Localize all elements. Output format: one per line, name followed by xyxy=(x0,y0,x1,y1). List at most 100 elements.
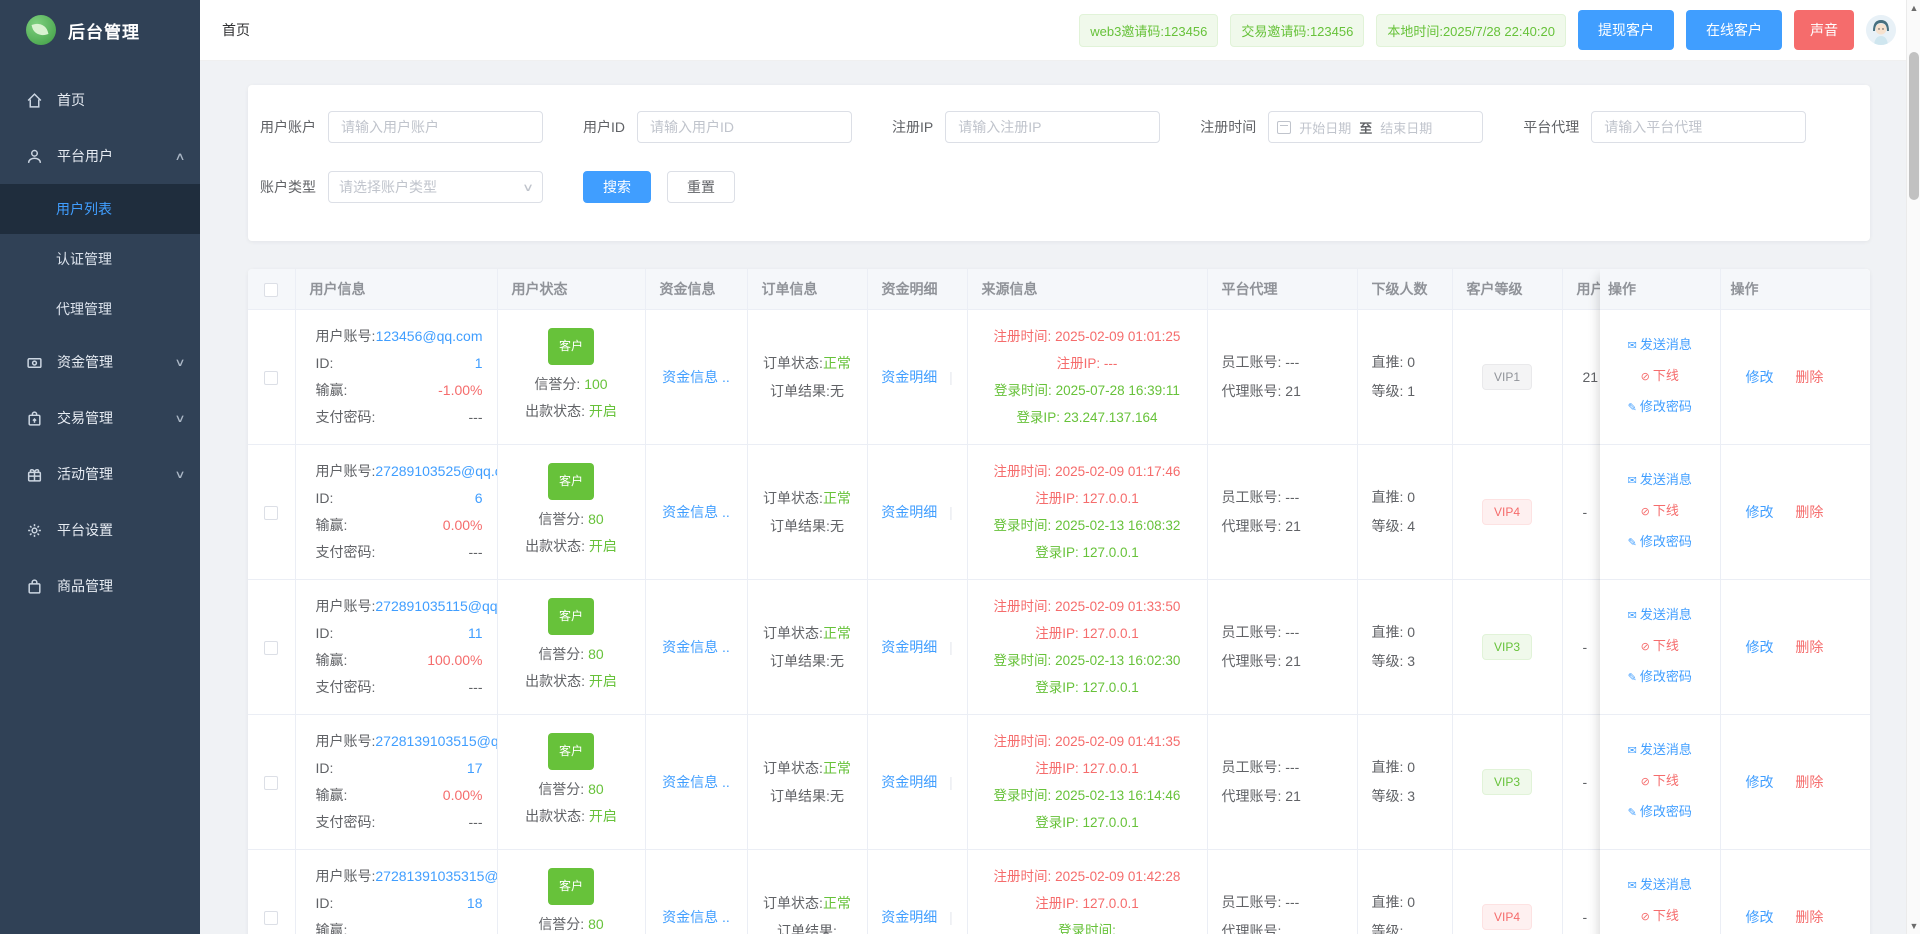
fund-info-link[interactable]: 资金信息 .. xyxy=(662,639,730,655)
reset-button[interactable]: 重置 xyxy=(667,171,735,203)
fund-detail-link[interactable]: 资金明细 xyxy=(881,369,937,385)
sidebar-item-home[interactable]: 首页 xyxy=(0,72,200,128)
search-button[interactable]: 搜索 xyxy=(583,171,651,203)
delete-link[interactable]: 删除 xyxy=(1795,909,1823,925)
start-date-placeholder: 开始日期 xyxy=(1299,118,1351,137)
change-password-link[interactable]: ✎修改密码 xyxy=(1600,797,1720,828)
order-result-value: 无 xyxy=(830,788,844,804)
delete-link[interactable]: 删除 xyxy=(1795,504,1823,520)
edit-link[interactable]: 修改 xyxy=(1746,909,1774,925)
breadcrumb[interactable]: 首页 xyxy=(222,20,250,40)
delete-link[interactable]: 删除 xyxy=(1795,774,1823,790)
gift-icon xyxy=(26,466,43,483)
change-password-link[interactable]: ✎修改密码 xyxy=(1600,392,1720,423)
detail-divider: | xyxy=(949,774,953,790)
sidebar-item-user-list[interactable]: 用户列表 xyxy=(0,184,200,234)
row-checkbox[interactable] xyxy=(264,776,278,790)
chevron-down-icon: ∨ xyxy=(174,356,185,369)
delete-link[interactable]: 删除 xyxy=(1795,369,1823,385)
change-password-link[interactable]: ✎修改密码 xyxy=(1600,527,1720,558)
withdraw-customers-button[interactable]: 提现客户 xyxy=(1578,10,1674,50)
trade-invite-code-badge: 交易邀请码:123456 xyxy=(1230,14,1364,47)
edit-link[interactable]: 修改 xyxy=(1746,504,1774,520)
fund-info-link[interactable]: 资金信息 .. xyxy=(662,909,730,925)
offline-link[interactable]: ⊘下线 xyxy=(1600,631,1720,662)
user-id-input[interactable] xyxy=(637,111,852,143)
fund-detail-link[interactable]: 资金明细 xyxy=(881,909,937,925)
edit-link[interactable]: 修改 xyxy=(1746,774,1774,790)
col-platform-agent: 平台代理 xyxy=(1207,269,1357,309)
order-status-value: 正常 xyxy=(823,895,851,911)
account-type-select[interactable]: 请选择账户类型 ∨ xyxy=(328,171,543,203)
scroll-up-icon[interactable]: ▲ xyxy=(1907,3,1920,13)
level-value: 3 xyxy=(1407,788,1415,804)
vip-level-tag: VIP1 xyxy=(1482,364,1532,390)
send-message-link[interactable]: ✉发送消息 xyxy=(1600,600,1720,631)
vertical-scrollbar[interactable]: ▲ ▼ xyxy=(1906,0,1920,934)
sound-button[interactable]: 声音 xyxy=(1794,10,1854,50)
user-account-link[interactable]: 27281391035315@q xyxy=(375,863,497,890)
offline-icon: ⊘ xyxy=(1641,911,1650,923)
online-customers-button[interactable]: 在线客户 xyxy=(1686,10,1782,50)
payout-status-value: 开启 xyxy=(589,403,617,419)
offline-link[interactable]: ⊘下线 xyxy=(1600,901,1720,932)
row-checkbox[interactable] xyxy=(264,641,278,655)
send-message-link[interactable]: ✉发送消息 xyxy=(1600,735,1720,766)
delete-link[interactable]: 删除 xyxy=(1795,639,1823,655)
sidebar-item-activity[interactable]: 活动管理 ∨ xyxy=(0,446,200,502)
avatar[interactable] xyxy=(1866,15,1896,45)
detail-divider: | xyxy=(949,504,953,520)
platform-user-submenu: 用户列表 认证管理 代理管理 xyxy=(0,184,200,334)
user-account-link[interactable]: 27289103525@qq.cc xyxy=(375,458,497,485)
row-checkbox[interactable] xyxy=(264,506,278,520)
register-time-value: 2025-02-09 01:01:25 xyxy=(1055,329,1180,344)
offline-link[interactable]: ⊘下线 xyxy=(1600,766,1720,797)
sidebar-menu: 首页 平台用户 ∧ 用户列表 认证管理 代理管理 资金管理 ∨ 交易管理 xyxy=(0,60,200,614)
send-message-link[interactable]: ✉发送消息 xyxy=(1600,465,1720,496)
date-range-picker[interactable]: 开始日期 至 结束日期 xyxy=(1268,111,1483,143)
edit-link[interactable]: 修改 xyxy=(1746,639,1774,655)
row-checkbox[interactable] xyxy=(264,371,278,385)
change-password-link[interactable]: ✎修改密码 xyxy=(1600,662,1720,693)
offline-link[interactable]: ⊘下线 xyxy=(1600,496,1720,527)
table-row-operations: ✉发送消息 ⊘下线 ✎修改密码 修改 删除 xyxy=(1600,309,1870,444)
sidebar-item-platform-settings[interactable]: 平台设置 xyxy=(0,502,200,558)
scroll-down-icon[interactable]: ▼ xyxy=(1907,921,1920,931)
fund-detail-link[interactable]: 资金明细 xyxy=(881,774,937,790)
row-checkbox[interactable] xyxy=(264,911,278,925)
sidebar-item-trade[interactable]: 交易管理 ∨ xyxy=(0,390,200,446)
app-title: 后台管理 xyxy=(68,18,140,43)
register-ip-input[interactable] xyxy=(945,111,1160,143)
register-time-value: 2025-02-09 01:17:46 xyxy=(1055,464,1180,479)
sidebar-item-goods[interactable]: 商品管理 xyxy=(0,558,200,614)
edit-icon: ✎ xyxy=(1628,537,1637,549)
payout-status-value: 开启 xyxy=(589,673,617,689)
platform-agent-input[interactable] xyxy=(1591,111,1806,143)
scrollbar-thumb[interactable] xyxy=(1909,52,1919,200)
app-logo: 后台管理 xyxy=(0,0,200,60)
user-account-input[interactable] xyxy=(328,111,543,143)
chevron-down-icon: ∨ xyxy=(174,412,185,425)
user-account-link[interactable]: 2728139103515@qq xyxy=(375,728,497,755)
select-all-checkbox[interactable] xyxy=(264,283,278,297)
send-message-link[interactable]: ✉发送消息 xyxy=(1600,870,1720,901)
sidebar-item-agent-manage[interactable]: 代理管理 xyxy=(0,284,200,334)
sidebar-item-platform-user[interactable]: 平台用户 ∧ xyxy=(0,128,200,184)
sidebar-item-funds[interactable]: 资金管理 ∨ xyxy=(0,334,200,390)
offline-icon: ⊘ xyxy=(1641,776,1650,788)
offline-link[interactable]: ⊘下线 xyxy=(1600,361,1720,392)
fund-info-link[interactable]: 资金信息 .. xyxy=(662,774,730,790)
user-account-link[interactable]: 123456@qq.com xyxy=(376,323,483,350)
fund-info-link[interactable]: 资金信息 .. xyxy=(662,504,730,520)
edit-link[interactable]: 修改 xyxy=(1746,369,1774,385)
fund-info-link[interactable]: 资金信息 .. xyxy=(662,369,730,385)
table-row-operations: ✉发送消息 ⊘下线 ✎修改密码 修改 删除 xyxy=(1600,444,1870,579)
fund-detail-link[interactable]: 资金明细 xyxy=(881,639,937,655)
send-message-link[interactable]: ✉发送消息 xyxy=(1600,330,1720,361)
vip-level-tag: VIP3 xyxy=(1482,769,1532,795)
level-value: 1 xyxy=(1407,383,1415,399)
fund-detail-link[interactable]: 资金明细 xyxy=(881,504,937,520)
user-account-link[interactable]: 272891035115@qq.c xyxy=(375,593,497,620)
login-time-value: 2025-02-13 16:14:46 xyxy=(1055,788,1180,803)
sidebar-item-auth-manage[interactable]: 认证管理 xyxy=(0,234,200,284)
